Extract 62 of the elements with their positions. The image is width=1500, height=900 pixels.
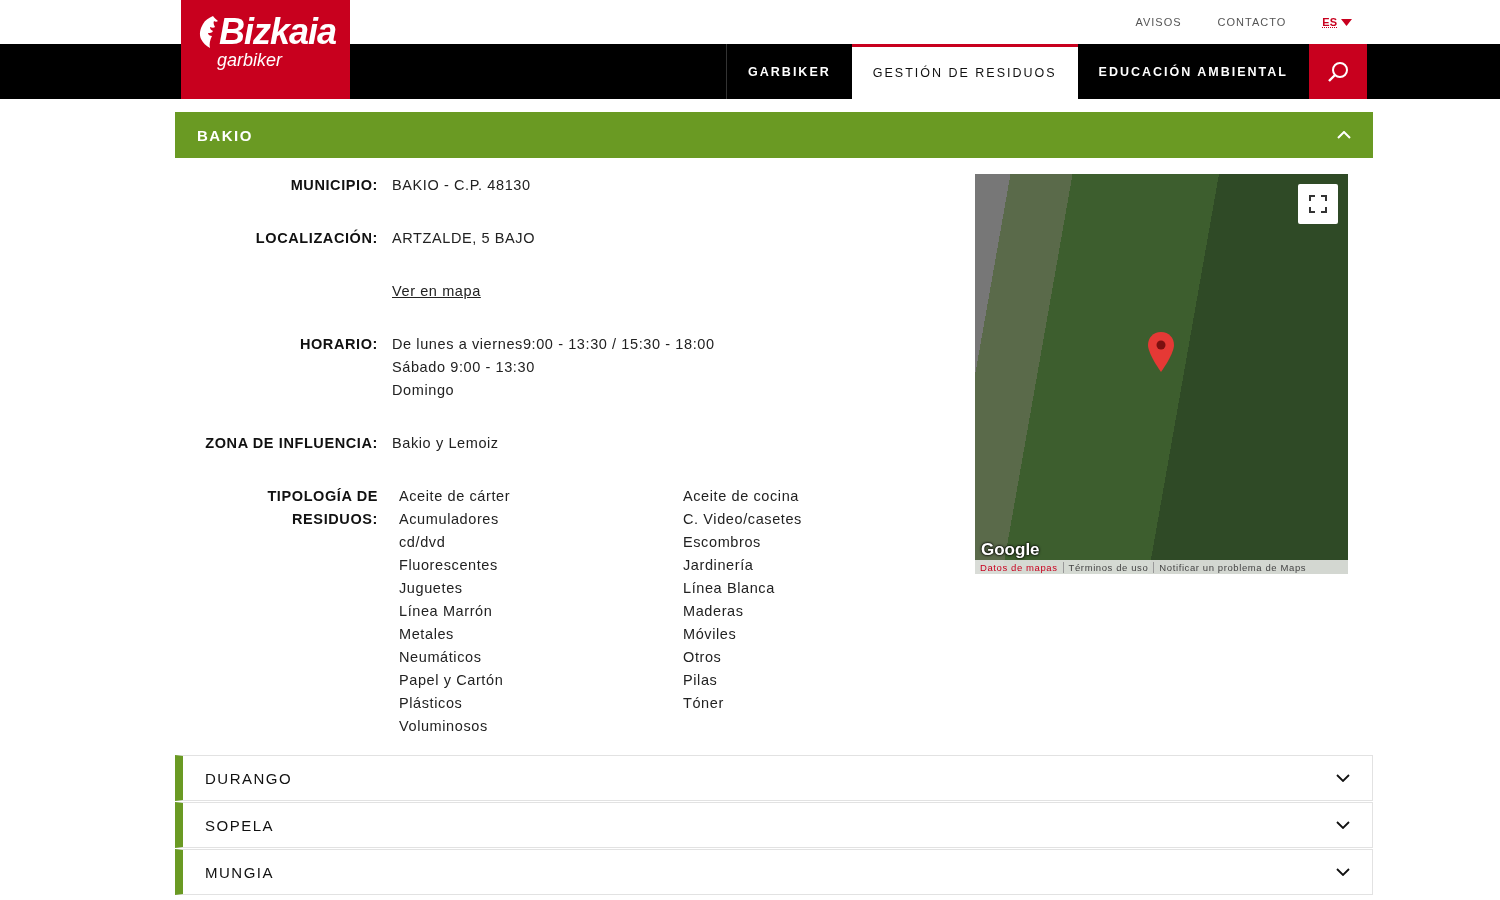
section-title: BAKIO (197, 126, 253, 144)
field-label: HORARIO: (298, 335, 378, 354)
top-link[interactable]: AVISOS (1135, 16, 1182, 28)
fullscreen-button[interactable] (1298, 184, 1338, 224)
field-label: LOCALIZACIÓN: (254, 228, 378, 248)
waste-type: C. Video/casetes (683, 510, 803, 529)
waste-type: Acumuladores (399, 510, 500, 529)
waste-type: Maderas (683, 602, 745, 621)
map-pin-icon[interactable] (1147, 331, 1175, 373)
map-logo: Google (981, 541, 1040, 559)
field-label: TIPOLOGÍA DE RESIDUOS: (266, 487, 378, 529)
chevron-down-icon (1336, 821, 1350, 829)
map-attribution-link[interactable]: Términos de uso (1062, 561, 1154, 573)
caret-icon (1341, 18, 1352, 26)
waste-type: Aceite de cocina (683, 487, 800, 506)
accordion-header[interactable]: DURANGO (175, 755, 1373, 801)
waste-type: Pilas (683, 671, 719, 690)
field-value: Bakio y Lemoiz (392, 434, 500, 453)
logo-box[interactable]: Bizkaia garbiker (181, 0, 350, 99)
fullscreen-icon (1309, 195, 1327, 213)
waste-type: Fluorescentes (399, 556, 499, 575)
chevron-down-icon (1336, 868, 1350, 876)
top-link[interactable]: CONTACTO (1217, 16, 1287, 28)
waste-type: Voluminosos (399, 717, 489, 736)
waste-type: Plásticos (399, 694, 464, 713)
schedule-line: Sábado 9:00 - 13:30 (392, 358, 536, 377)
nav-tab[interactable]: GESTIÓN DE RESIDUOS (851, 44, 1078, 99)
waste-type: Línea Marrón (399, 602, 494, 621)
field-value: ARTZALDE, 5 BAJO (392, 229, 537, 248)
map-attribution-link[interactable]: Notificar un problema de Maps (1153, 561, 1312, 573)
waste-type: Juguetes (399, 579, 464, 598)
chevron-down-icon (1336, 774, 1350, 782)
search-icon (1327, 60, 1349, 83)
waste-type: Escombros (683, 533, 762, 552)
field-label: ZONA DE INFLUENCIA: (204, 434, 378, 453)
section-title: DURANGO (205, 769, 293, 787)
waste-type: Otros (683, 648, 723, 667)
waste-type: Tóner (683, 694, 725, 713)
waste-type: Línea Blanca (683, 579, 776, 598)
waste-type: Jardinería (683, 556, 755, 575)
section-title: MUNGIA (205, 863, 274, 881)
waste-type: Neumáticos (399, 648, 483, 667)
leaf-icon (199, 14, 219, 50)
map-link[interactable]: Ver en mapa (392, 280, 481, 303)
waste-type: Papel y Cartón (399, 671, 505, 690)
section-title: SOPELA (205, 816, 275, 834)
map-attribution-link[interactable]: Datos de mapas (975, 561, 1063, 573)
accordion-header[interactable]: MUNGIA (175, 849, 1373, 895)
schedule-line: Domingo (392, 381, 456, 400)
accordion-header[interactable]: SOPELA (175, 802, 1373, 848)
waste-type: cd/dvd (399, 533, 447, 552)
waste-type: Móviles (683, 625, 738, 644)
waste-type: Aceite de cárter (399, 487, 512, 506)
logo-text: Bizkaia (219, 14, 337, 50)
search-button[interactable] (1309, 44, 1367, 99)
logo-subtitle: garbiker (217, 50, 284, 70)
schedule-line: De lunes a viernes9:00 - 13:30 / 15:30 - 18:00 (392, 335, 716, 354)
waste-type: Metales (399, 625, 455, 644)
chevron-up-icon (1337, 131, 1351, 139)
language-selector[interactable]: ES (1322, 16, 1352, 28)
field-value: BAKIO - C.P. 48130 (392, 176, 532, 195)
field-label: MUNICIPIO: (289, 176, 378, 195)
